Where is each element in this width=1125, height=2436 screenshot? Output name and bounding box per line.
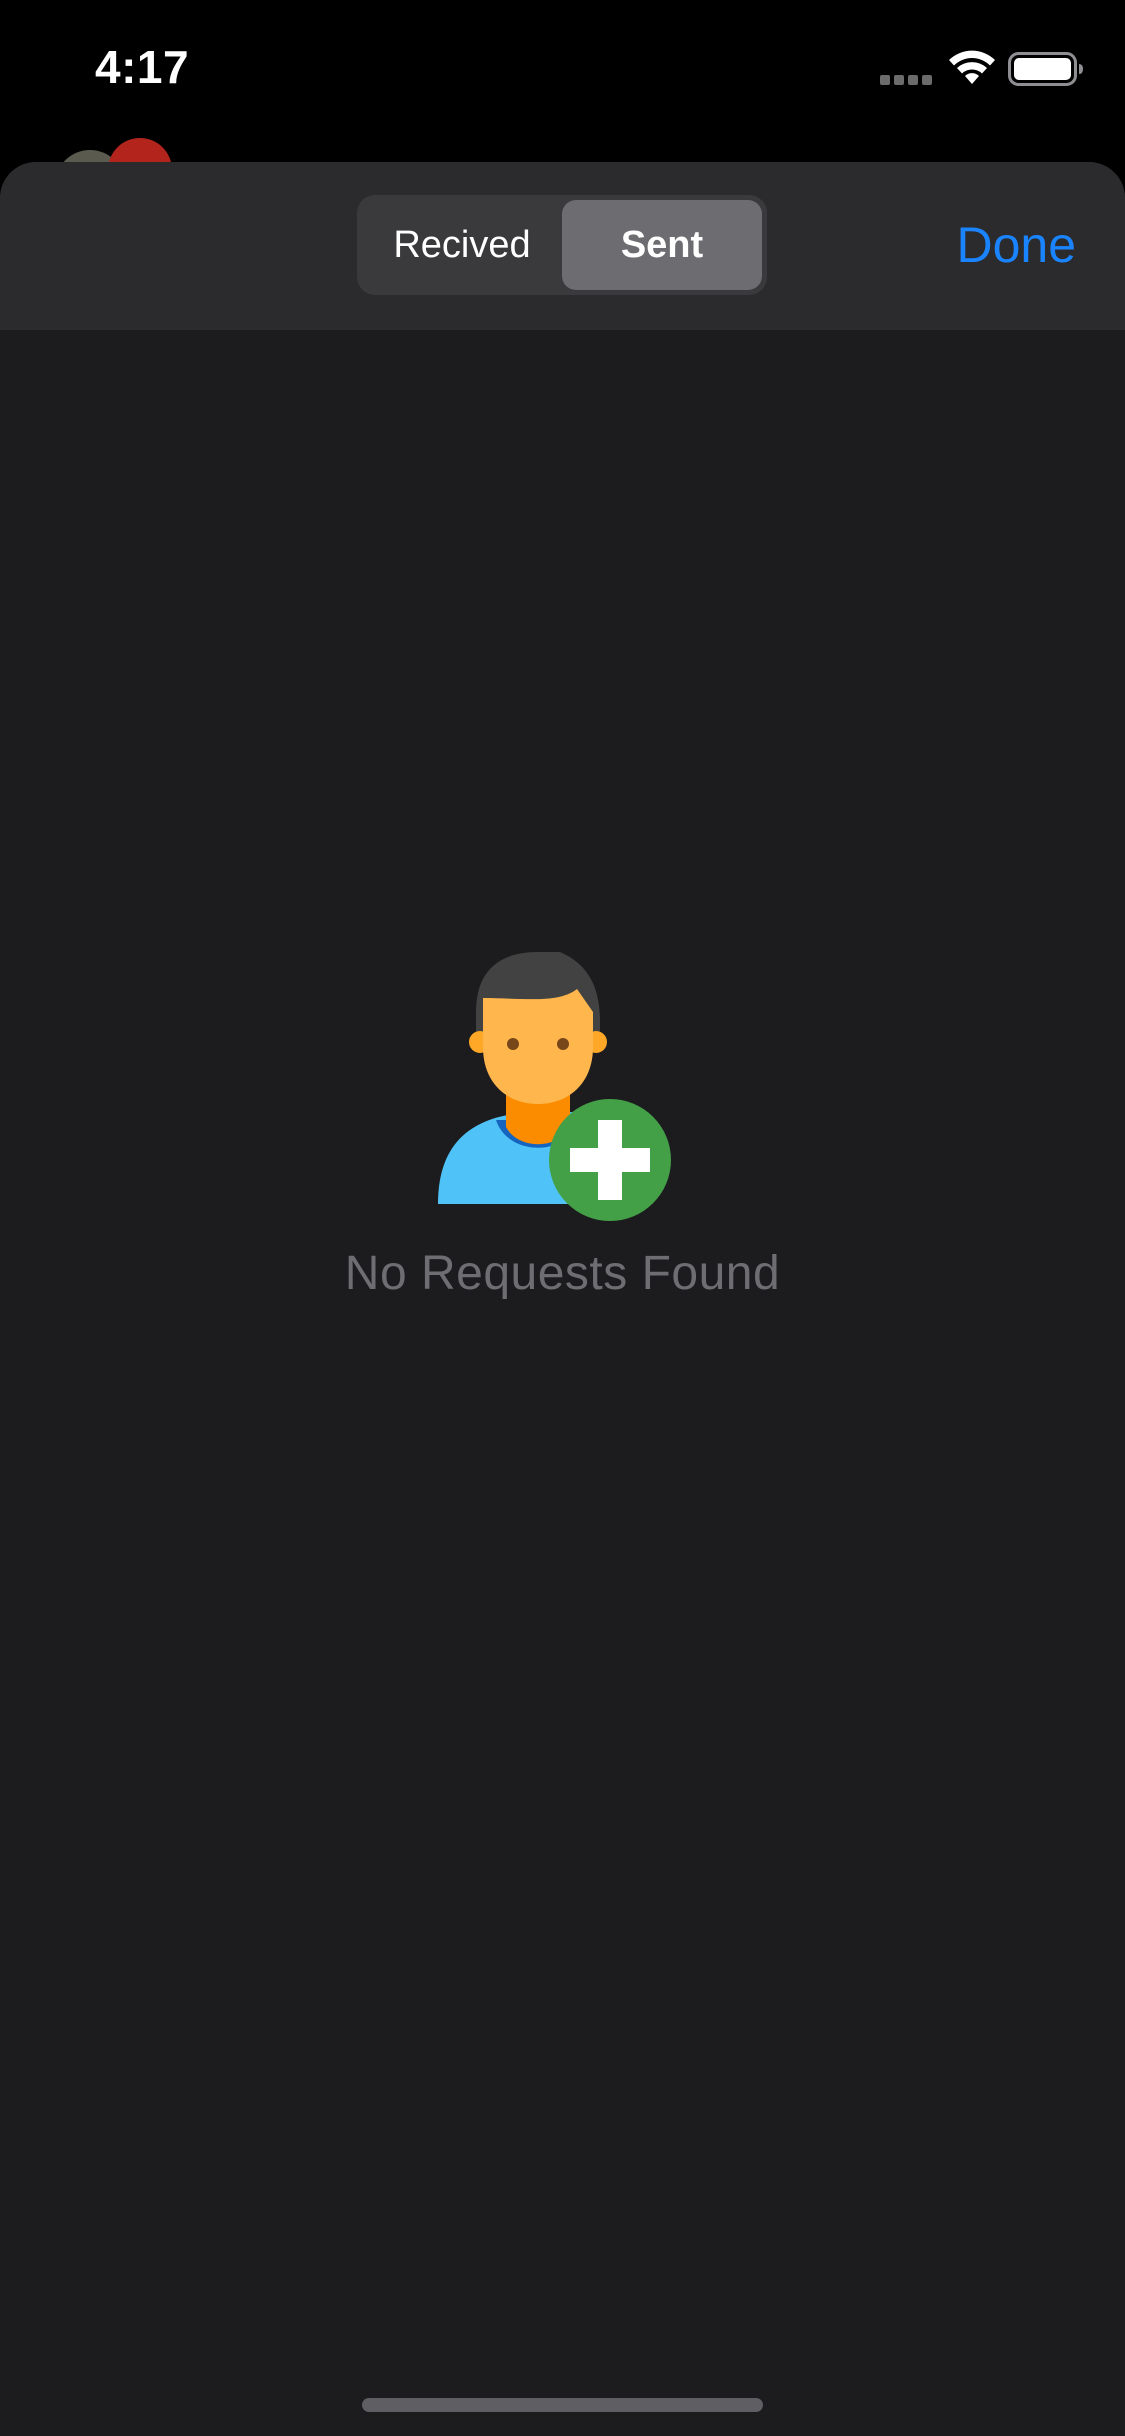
add-user-icon <box>437 952 671 1221</box>
status-time: 4:17 <box>95 41 190 93</box>
nav-bar: Recived Sent Done <box>0 162 1125 330</box>
empty-state: No Requests Found <box>0 952 1125 1301</box>
status-bar: 4:17 <box>0 0 1125 140</box>
cellular-signal-icon <box>880 75 932 85</box>
screen: 4:17 Recived Sent Done No Requests Found <box>0 0 1125 2436</box>
home-indicator[interactable] <box>362 2398 763 2412</box>
tab-sent[interactable]: Sent <box>562 200 762 290</box>
requests-segmented-control: Recived Sent <box>357 195 767 295</box>
wifi-icon <box>949 50 995 84</box>
empty-state-message: No Requests Found <box>344 1247 781 1300</box>
done-button[interactable]: Done <box>956 212 1076 278</box>
battery-icon <box>1008 52 1083 86</box>
tab-received[interactable]: Recived <box>362 200 562 290</box>
